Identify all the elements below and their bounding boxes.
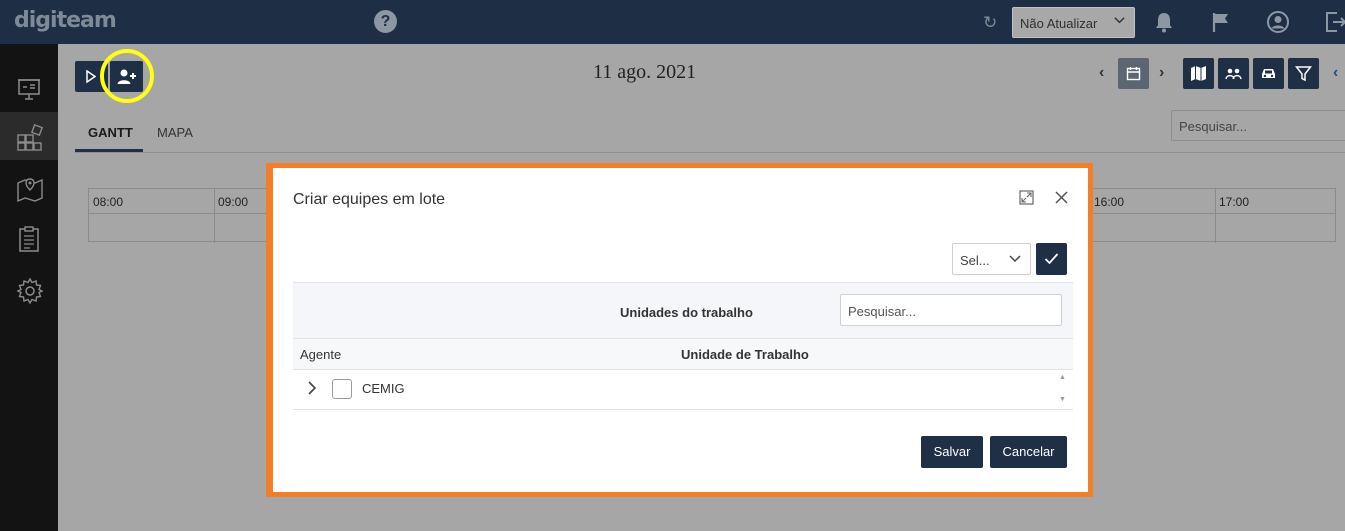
sidebar [0,44,58,531]
refresh-icon[interactable]: ↻ [983,13,997,33]
gantt-divider [214,189,215,243]
sidebar-item-map[interactable] [0,164,58,212]
presentation-board-icon [18,79,40,100]
next-day-button[interactable]: › [1159,64,1164,82]
gantt-hour: 09:00 [218,195,249,209]
clipboard-icon [19,226,39,252]
team-select-value: Sel... [960,253,990,268]
update-interval-select[interactable]: Não Atualizar [1012,7,1135,38]
top-bar: digiteam ? ↻ Não Atualizar [0,0,1345,44]
chevron-right-icon[interactable] [307,381,317,395]
table-row[interactable]: CEMIG ▲ ▼ [293,370,1073,410]
sidebar-item-reports[interactable] [0,214,58,262]
filter-icon [1295,66,1312,82]
search-input[interactable]: Pesquisar... [1171,110,1345,141]
help-icon[interactable]: ? [374,10,397,33]
row-label: CEMIG [362,381,405,396]
work-units-search-input[interactable]: Pesquisar... [840,294,1062,326]
gantt-hour: 08:00 [93,195,124,209]
collapse-panel-button[interactable]: ‹ [1333,64,1338,82]
calendar-icon [1126,67,1141,81]
scroll-up-arrow[interactable]: ▲ [1059,374,1066,381]
scroll-down-arrow[interactable]: ▼ [1059,396,1066,403]
confirm-select-button[interactable] [1036,243,1067,275]
table-header: Agente Unidade de Trabalho [293,338,1073,370]
gantt-hour: 17:00 [1219,195,1250,209]
cancel-button[interactable]: Cancelar [990,436,1067,468]
map-pin-icon [17,178,43,203]
dialog-title: Criar equipes em lote [293,191,446,208]
vehicle-view-button[interactable] [1253,58,1284,89]
filter-header: Unidades do trabalho Pesquisar... [293,282,1073,338]
map-view-button[interactable] [1183,58,1214,89]
team-select[interactable]: Sel... [952,243,1031,275]
grid-shapes-icon [17,123,44,151]
filter-button[interactable] [1288,58,1319,89]
maximize-icon[interactable] [1019,190,1034,205]
row-checkbox[interactable] [332,379,352,399]
logout-icon[interactable] [1323,10,1345,34]
map-icon [1191,66,1206,81]
car-icon [1262,69,1275,78]
column-agent[interactable]: Agente [300,347,341,362]
sidebar-item-dashboard[interactable] [0,64,58,112]
bell-icon[interactable] [1152,10,1176,34]
tabs-divider [75,152,1345,153]
team-view-button[interactable] [1218,58,1249,89]
app-logo: digiteam [14,8,117,33]
batch-teams-dialog: Criar equipes em lote Sel... Unidades do… [273,168,1088,492]
tab-gantt[interactable]: GANTT [88,125,133,140]
gantt-divider [1215,189,1216,243]
sidebar-item-teams[interactable] [0,112,58,160]
column-work-unit[interactable]: Unidade de Trabalho [681,347,809,362]
sidebar-item-settings[interactable] [0,266,58,314]
play-icon [86,70,96,83]
save-button[interactable]: Salvar [921,436,983,468]
chevron-down-icon [1114,17,1125,24]
calendar-button[interactable] [1118,58,1149,89]
prev-day-button[interactable]: ‹ [1099,64,1104,82]
highlight-circle [100,49,154,103]
gear-icon [16,277,44,305]
close-icon[interactable] [1055,191,1068,204]
flag-icon[interactable] [1209,10,1233,34]
check-icon [1044,253,1059,265]
work-units-label: Unidades do trabalho [620,305,753,320]
update-select-value: Não Atualizar [1020,16,1098,31]
current-date: 11 ago. 2021 [593,61,697,83]
tab-mapa[interactable]: MAPA [157,125,193,140]
gantt-hour: 16:00 [1094,195,1125,209]
team-icon [1225,68,1242,80]
user-icon[interactable] [1266,10,1290,34]
chevron-down-icon [1009,255,1021,263]
